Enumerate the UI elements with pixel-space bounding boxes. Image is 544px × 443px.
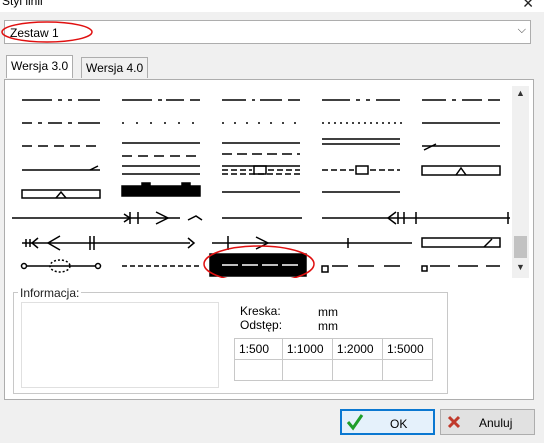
scale-value: [381, 359, 434, 381]
tab-wersja-4-0[interactable]: Wersja 4.0: [81, 57, 149, 78]
line-style-swatch: [222, 142, 300, 155]
line-style-swatch: [20, 259, 102, 273]
line-style-swatch: [321, 265, 400, 273]
close-icon[interactable]: ✕: [522, 0, 534, 12]
line-style-swatch: [421, 165, 501, 176]
line-style-swatch: [209, 253, 307, 277]
line-style-swatch: [121, 182, 201, 197]
line-style-swatch: [21, 189, 101, 199]
line-style-swatch: [422, 143, 500, 151]
scale-value: [234, 359, 283, 381]
line-style-swatch: [22, 165, 100, 171]
scroll-down-icon[interactable]: ▼: [512, 262, 529, 276]
scale-header: 1:500: [234, 338, 283, 360]
ok-button[interactable]: OK: [340, 409, 435, 435]
tab-wersja-3-0[interactable]: Wersja 3.0: [6, 55, 74, 78]
dash-unit: mm: [318, 305, 338, 319]
gap-unit: mm: [318, 319, 338, 333]
list-scrollbar[interactable]: ▲ ▼: [512, 86, 529, 278]
line-style-swatches: [12, 99, 510, 278]
line-style-swatch: [122, 142, 200, 157]
line-style-swatch: [222, 165, 300, 175]
line-style-swatch: [222, 211, 510, 225]
table-row: 1:500 1:1000 1:2000 1:5000: [234, 338, 434, 360]
scroll-thumb[interactable]: [514, 236, 527, 258]
line-style-swatch: [322, 165, 400, 175]
line-style-swatch: [421, 237, 501, 248]
gap-label: Odstęp:: [240, 318, 283, 332]
line-style-swatch: [322, 138, 400, 145]
line-style-swatch: [122, 165, 200, 175]
ok-button-label: OK: [390, 417, 408, 431]
scale-value: [281, 359, 333, 381]
line-style-list[interactable]: [12, 86, 512, 278]
scroll-up-icon[interactable]: ▲: [512, 88, 529, 102]
dash-label: Kreska:: [240, 304, 281, 318]
scale-header: 1:2000: [331, 338, 383, 360]
annotation-circle: [1, 21, 93, 43]
cancel-button-label: Anuluj: [479, 416, 513, 430]
line-style-swatch: [421, 265, 500, 272]
line-style-swatch: [212, 236, 412, 250]
tab-bar: Wersja 3.0 Wersja 4.0: [4, 55, 534, 79]
cancel-button[interactable]: Anuluj: [440, 409, 535, 435]
scale-header: 1:1000: [281, 338, 333, 360]
line-style-swatch: [22, 235, 196, 251]
info-preview: [21, 302, 219, 388]
chevron-down-icon[interactable]: ⌵: [518, 24, 526, 37]
scale-value: [331, 359, 383, 381]
scale-header: 1:5000: [381, 338, 434, 360]
info-group-label: Informacja:: [18, 286, 82, 300]
cancel-x-icon: [447, 415, 461, 429]
window-title: Styl linii: [2, 0, 43, 8]
scale-table: 1:500 1:1000 1:2000 1:5000: [234, 338, 434, 381]
line-style-swatch: [12, 211, 203, 225]
table-row: [234, 359, 434, 381]
check-icon: [346, 414, 364, 431]
title-bar: Styl linii ✕: [0, 0, 544, 12]
